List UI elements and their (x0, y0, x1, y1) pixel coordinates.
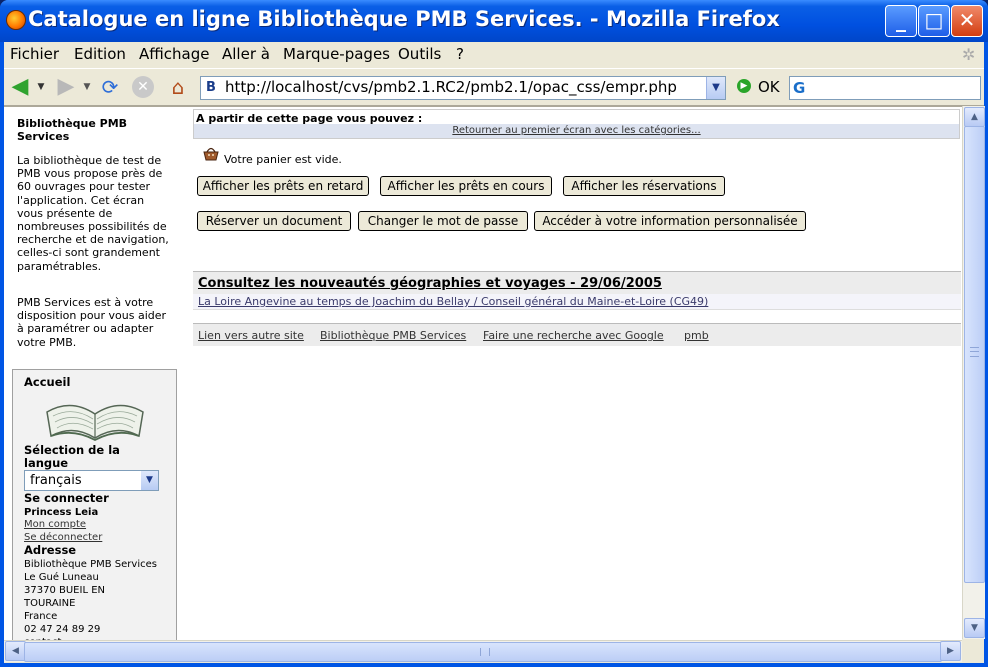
menu-edition[interactable]: Edition (74, 45, 126, 63)
main-content: A partir de cette page vous pouvez : Ret… (193, 107, 961, 640)
page-viewport: Bibliothèque PMB Services La bibliothèqu… (4, 106, 962, 640)
address-line: TOURAINE (24, 598, 76, 609)
menu-help[interactable]: ? (456, 45, 464, 63)
basket-icon (203, 147, 219, 161)
news-header: Consultez les nouveautés géographies et … (193, 271, 961, 294)
user-name: Princess Leia (24, 507, 99, 518)
vertical-scrollbar[interactable]: ▲ ▼ (962, 106, 985, 639)
grip-icon (480, 648, 490, 656)
url-bar[interactable]: B http://localhost/cvs/pmb2.1.RC2/pmb2.1… (200, 76, 726, 100)
grip-icon (970, 347, 979, 357)
left-sidebar: Bibliothèque PMB Services La bibliothèqu… (4, 107, 184, 640)
address-heading: Adresse (24, 543, 77, 557)
my-account-link[interactable]: Mon compte (24, 519, 86, 530)
menu-marque-pages[interactable]: Marque-pages (283, 45, 390, 63)
url-history-dropdown[interactable]: ▼ (706, 77, 725, 99)
page-favicon-icon: B (206, 80, 216, 95)
footer-link-library[interactable]: Bibliothèque PMB Services (320, 329, 466, 342)
logout-link[interactable]: Se déconnecter (24, 532, 102, 543)
stop-icon[interactable]: ✕ (132, 76, 154, 98)
info-bar: Retourner au premier écran avec les caté… (194, 124, 959, 138)
navigation-box: Accueil Sélection de la langue français … (12, 369, 177, 640)
back-to-categories-link[interactable]: Retourner au premier écran avec les caté… (194, 125, 959, 136)
info-box: A partir de cette page vous pouvez : Ret… (193, 109, 960, 139)
address-line: Le Gué Luneau (24, 572, 99, 583)
minimize-button[interactable]: _ (885, 5, 917, 37)
language-select[interactable]: français ▼ (24, 470, 159, 491)
scroll-down-icon[interactable]: ▼ (964, 618, 985, 638)
connect-heading: Se connecter (24, 491, 109, 505)
close-button[interactable]: ✕ (951, 5, 983, 37)
forward-history-dropdown[interactable]: ▼ (82, 76, 92, 98)
throbber-icon: ✲ (962, 45, 976, 64)
library-support-text: PMB Services est à votre disposition pou… (17, 296, 167, 349)
scroll-corner (962, 640, 984, 662)
back-arrow-icon[interactable]: ◀ (8, 76, 32, 98)
reload-icon[interactable]: ⟳ (98, 76, 122, 98)
forward-arrow-icon[interactable]: ▶ (54, 76, 78, 98)
horizontal-scroll-thumb[interactable] (24, 642, 942, 662)
news-title-link[interactable]: Consultez les nouveautés géographies et … (198, 276, 662, 291)
overdue-loans-button[interactable]: Afficher les prêts en retard (197, 176, 369, 196)
footer-link-other-site[interactable]: Lien vers autre site (198, 329, 304, 342)
title-bar[interactable]: Catalogue en ligne Bibliothèque PMB Serv… (0, 0, 988, 42)
back-history-dropdown[interactable]: ▼ (36, 76, 46, 98)
chevron-down-icon[interactable]: ▼ (141, 471, 158, 490)
footer-link-pmb[interactable]: pmb (684, 329, 709, 342)
reserve-document-button[interactable]: Réserver un document (197, 211, 351, 231)
browser-window: Catalogue en ligne Bibliothèque PMB Serv… (0, 0, 988, 667)
browser-client: Fichier Edition Affichage Aller à Marque… (4, 42, 985, 663)
basket-status: Votre panier est vide. (224, 153, 342, 166)
menu-affichage[interactable]: Affichage (139, 45, 209, 63)
list-item: La Loire Angevine au temps de Joachim du… (193, 294, 961, 310)
menu-bar: Fichier Edition Affichage Aller à Marque… (4, 42, 984, 66)
google-engine-icon[interactable]: G (793, 79, 805, 97)
language-heading: Sélection de la langue (24, 443, 120, 470)
vertical-scroll-thumb[interactable] (964, 126, 985, 583)
footer-link-google[interactable]: Faire une recherche avec Google (483, 329, 664, 342)
home-icon[interactable]: ⌂ (166, 76, 190, 98)
menu-aller[interactable]: Aller à (222, 45, 270, 63)
address-line: 37370 BUEIL EN (24, 585, 105, 596)
scroll-up-icon[interactable]: ▲ (964, 107, 985, 127)
address-line: France (24, 611, 58, 622)
address-line: Bibliothèque PMB Services (24, 559, 157, 570)
reservations-button[interactable]: Afficher les réservations (563, 176, 725, 196)
maximize-button[interactable]: □ (918, 5, 950, 37)
home-heading[interactable]: Accueil (24, 376, 70, 389)
menu-fichier[interactable]: Fichier (10, 45, 59, 63)
go-icon[interactable]: ▶ (737, 79, 751, 93)
navigation-toolbar: ◀ ▼ ▶ ▼ ⟳ ✕ ⌂ B http://localhost/cvs/pmb… (4, 68, 984, 106)
search-input[interactable]: G (789, 76, 981, 100)
close-icon: ✕ (958, 8, 976, 32)
address-line: 02 47 24 89 29 (24, 624, 101, 635)
change-password-button[interactable]: Changer le mot de passe (358, 211, 528, 231)
minimize-icon: _ (896, 8, 906, 32)
window-title: Catalogue en ligne Bibliothèque PMB Serv… (28, 7, 780, 31)
url-text[interactable]: http://localhost/cvs/pmb2.1.RC2/pmb2.1/o… (225, 78, 677, 96)
current-loans-button[interactable]: Afficher les prêts en cours (380, 176, 552, 196)
horizontal-scrollbar[interactable]: ◀ ▶ (4, 640, 962, 662)
language-selected-value: français (30, 473, 82, 488)
library-title: Bibliothèque PMB Services (17, 117, 128, 143)
maximize-icon: □ (924, 8, 944, 32)
menu-outils[interactable]: Outils (398, 45, 441, 63)
open-book-icon[interactable] (43, 392, 147, 442)
scroll-right-icon[interactable]: ▶ (940, 641, 961, 661)
go-button[interactable]: OK (758, 78, 780, 96)
news-item-link[interactable]: La Loire Angevine au temps de Joachim du… (198, 295, 708, 308)
scroll-left-icon[interactable]: ◀ (5, 641, 26, 661)
footer-links: Lien vers autre site Bibliothèque PMB Se… (193, 323, 961, 346)
personal-info-button[interactable]: Accéder à votre information personnalisé… (534, 211, 806, 231)
library-description: La bibliothèque de test de PMB vous prop… (17, 154, 169, 273)
firefox-icon (6, 10, 26, 30)
